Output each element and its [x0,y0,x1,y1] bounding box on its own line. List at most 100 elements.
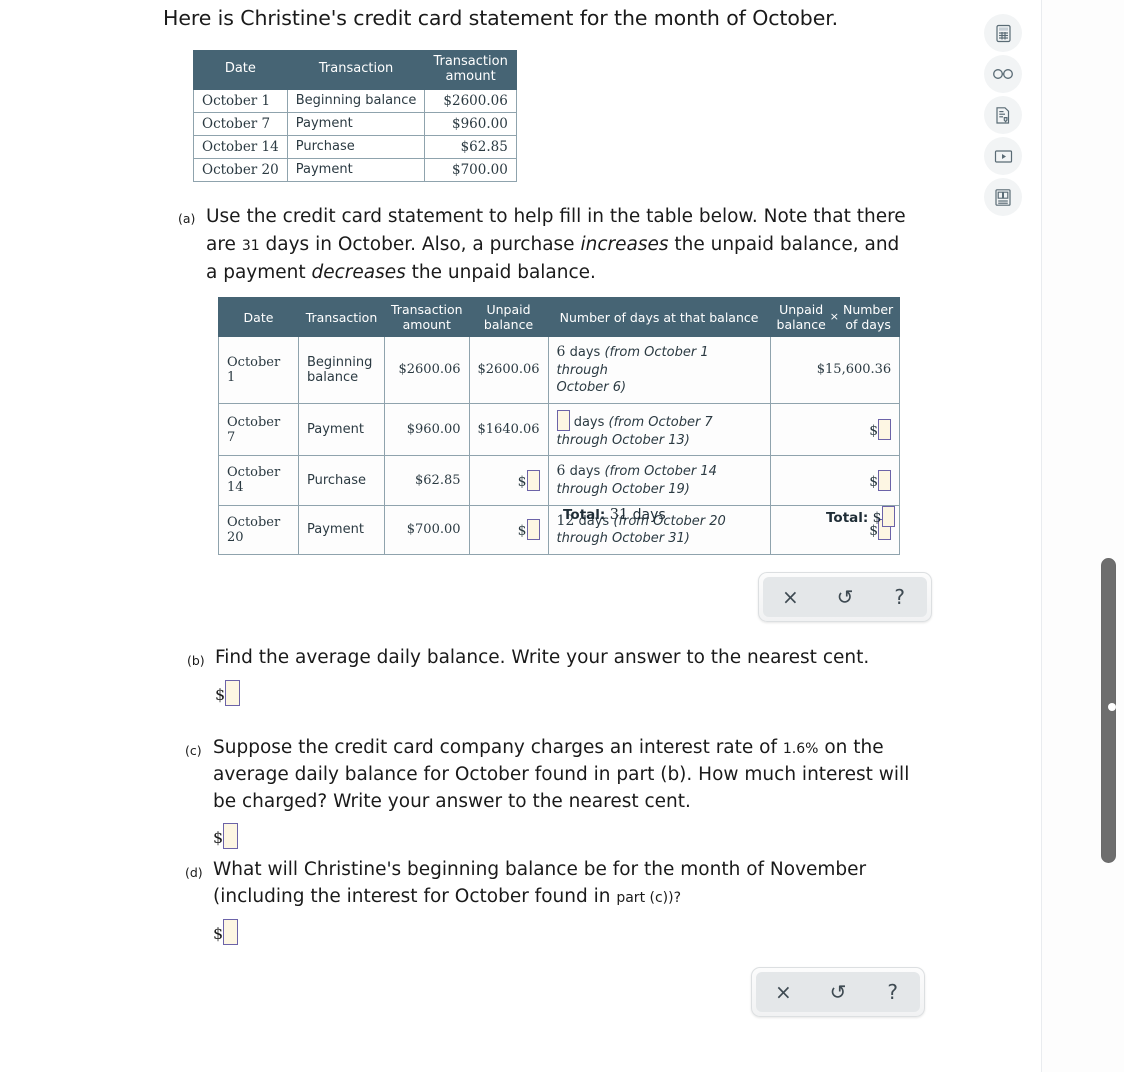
part-a-text-4: the unpaid balance. [405,261,596,283]
help-button[interactable]: ? [869,974,917,1010]
worksheet-days-value: 6 [556,344,566,360]
worksheet-header-product-l1: Unpaid [779,302,824,317]
worksheet-header-product-right: Number of days [843,302,893,332]
part-b-answer-input[interactable] [225,679,241,706]
statement-cell-transaction: Payment [286,111,426,136]
page-root: Here is Christine's credit card statemen… [0,0,1124,1072]
worksheet-cell-unpaid-balance: $ [468,455,549,506]
glasses-tool-button[interactable] [984,55,1022,93]
total-days-value: 31 [609,507,629,523]
worksheet-header-product-r1: Number [842,302,894,317]
worksheet-header-transaction: Transaction [298,297,385,337]
days-input-october-7[interactable] [556,409,570,431]
video-play-icon [994,149,1013,164]
worksheet-days-word: days [573,414,605,430]
part-a-emphasis-increases: increases [580,233,669,255]
undo-button[interactable]: ↺ [821,579,869,615]
video-play-tool-button[interactable] [984,137,1022,175]
help-button[interactable]: ? [876,579,924,615]
part-d-text-1: What will Christine's beginning balance … [213,859,867,907]
worksheet-header-product-r2: of days [845,317,891,332]
part-b-label: (b) [187,653,205,668]
worksheet-header-ubal-l2: balance [483,317,534,332]
worksheet-cell-unpaid-balance: $2600.06 [468,336,549,404]
part-c-answer-input[interactable] [223,823,239,850]
calculator-tool-button[interactable] [984,14,1022,52]
right-sidebar [984,0,1124,1072]
worksheet-days-note-l2: through October 19) [556,481,690,497]
part-c-text: Suppose the credit card company charges … [213,735,925,815]
statement-header-amount-line2: amount [445,68,496,84]
worksheet-days-word: days [569,345,601,360]
statement-cell-date: October 14 [193,134,288,159]
worksheet-cell-transaction: Beginning balance [298,336,385,404]
question-part-b: (b) Find the average daily balance. Writ… [187,645,917,706]
worksheet-cell-transaction-amount: $960.00 [384,402,470,457]
part-c-answer-line: $ [213,823,925,850]
statement-header-row: Date Transaction Transaction amount [193,50,517,90]
dollar-sign: $ [213,923,224,943]
worksheet-cell-transaction-amount: $2600.06 [384,336,470,404]
worksheet-cell-product: $ [769,455,901,506]
dollar-sign: $ [213,828,224,848]
worksheet-header-product-inner: Unpaid balance × Number of days [777,302,894,332]
clear-button[interactable]: × [759,974,807,1010]
worksheet-header-product-l2: balance [776,317,826,332]
table-row: October 14 Purchase $62.85 $ 6 days (fro… [218,455,901,506]
statement-header-transaction: Transaction [286,50,426,90]
dollar-sign: $ [517,523,527,540]
part-d-text: What will Christine's beginning balance … [213,857,915,911]
unpaid-balance-input-october-20[interactable] [526,519,540,541]
answer-toolbar-parts-bcd: × ↺ ? [751,967,925,1017]
dollar-sign: $ [869,473,879,490]
calculator-icon [995,24,1012,43]
worksheet-cell-unpaid-balance: $ [468,504,549,555]
product-input-october-7[interactable] [878,419,892,441]
clear-button[interactable]: × [766,579,814,615]
reference-book-icon [994,188,1012,207]
product-input-october-14[interactable] [878,469,892,491]
worksheet-days-word: days [569,464,601,480]
worksheet-header-ubal-l1: Unpaid [486,302,531,317]
worksheet-cell-days: 6 days (from October 1 through October 6… [547,336,771,404]
document-check-tool-button[interactable] [984,96,1022,134]
multiply-icon: × [829,310,839,324]
statement-cell-transaction: Purchase [286,134,426,159]
total-product-input[interactable] [881,506,895,527]
scrollbar-grip-dot [1108,703,1116,711]
part-a-label: (a) [178,211,196,226]
worksheet-cell-date: October 7 [218,402,299,457]
scrollbar-track[interactable] [1098,0,1118,1072]
part-a-emphasis-decreases: decreases [311,261,406,283]
unpaid-balance-input-october-14[interactable] [526,469,540,491]
toolbar-inner: × ↺ ? [763,577,927,617]
worksheet-header-unpaid-balance: Unpaid balance [468,297,549,337]
statement-cell-transaction: Beginning balance [286,88,426,113]
worksheet-days-note-l1: (from October 14 [604,464,717,480]
document-check-icon [994,106,1012,125]
dollar-sign: $ [869,423,879,440]
reference-book-tool-button[interactable] [984,178,1022,216]
statement-header-amount-line1: Transaction [433,54,508,69]
worksheet-cell-transaction-amount: $700.00 [384,504,470,555]
part-c-label: (c) [185,743,202,758]
worksheet-cell-product: $ [769,402,901,457]
table-row: October 20 Payment $700.00 [193,157,517,182]
part-a-text-2: days in October. Also, a purchase [259,233,581,255]
question-part-d: (d) What will Christine's beginning bala… [185,857,915,945]
undo-button[interactable]: ↺ [814,974,862,1010]
total-days-row: Total: 31 days [563,507,666,523]
worksheet-cell-product: $15,600.36 [769,336,901,404]
total-days-label: Total: [563,507,606,523]
part-d-answer-input[interactable] [223,918,239,945]
part-c-interest-rate: 1.6% [782,741,819,757]
part-b-text: Find the average daily balance. Write yo… [215,647,870,668]
worksheet-days-note-l1: (from October 7 [608,414,713,430]
statement-cell-amount: $62.85 [424,134,517,159]
worksheet-cell-date: October 1 [218,336,299,404]
table-row: October 20 Payment $700.00 $ 12 days (fr… [218,504,901,555]
worksheet-days-note-l2: October 6) [556,380,627,396]
question-part-a: (a) Use the credit card statement to hel… [178,203,913,286]
table-row: October 1 Beginning balance $2600.06 $26… [218,336,901,404]
worksheet-cell-transaction-amount: $62.85 [384,455,470,506]
